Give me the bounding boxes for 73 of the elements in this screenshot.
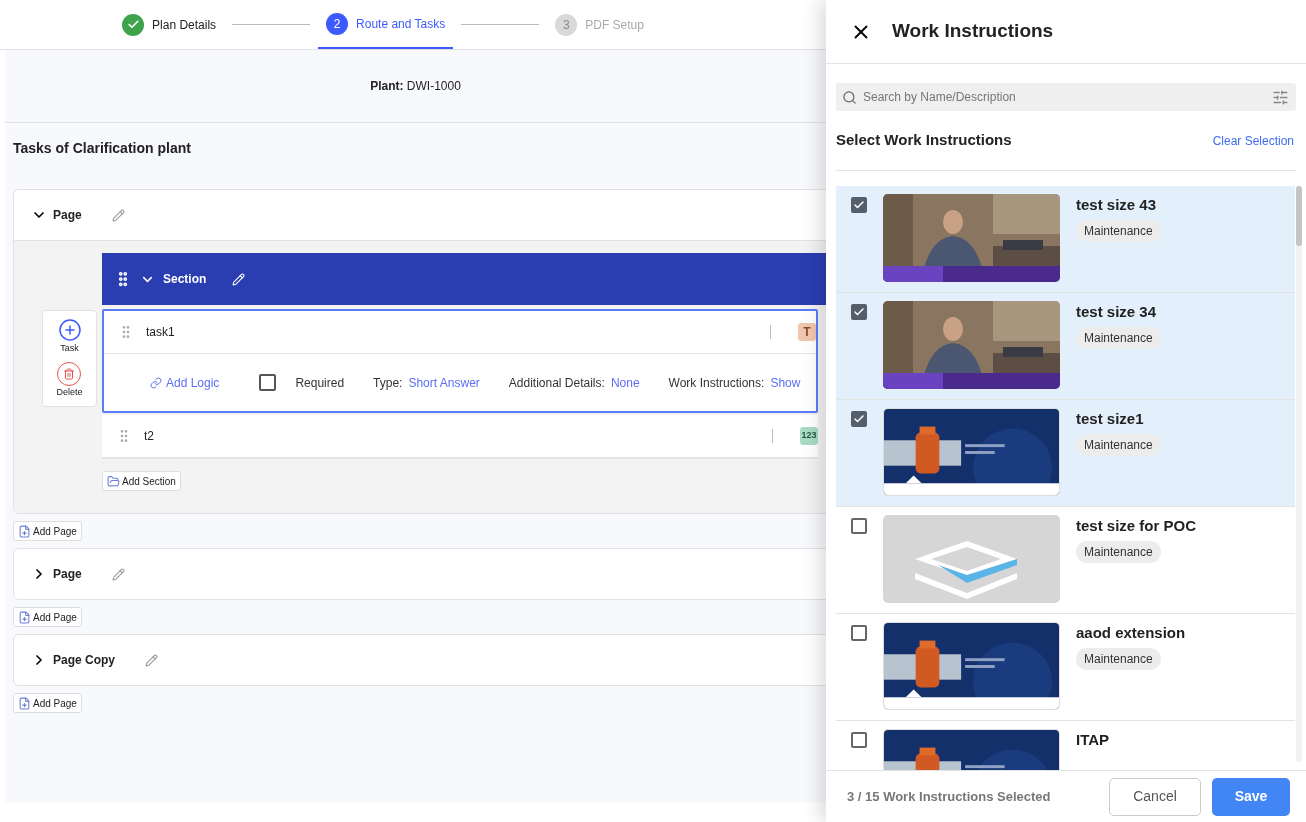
item-title: test size 43: [1076, 195, 1157, 215]
scrollbar-thumb[interactable]: [1296, 186, 1302, 246]
step-number: 3: [562, 16, 570, 34]
checkbox[interactable]: [851, 304, 867, 320]
checkbox[interactable]: [851, 197, 867, 213]
task-name: t2: [144, 428, 155, 445]
field-label: Type:: [373, 374, 403, 392]
page-title: Page: [53, 207, 82, 224]
file-plus-icon: [18, 610, 31, 624]
work-instruction-item[interactable]: test size 43 Maintenance: [836, 186, 1295, 293]
category-tag: Maintenance: [1076, 541, 1161, 563]
add-task-button[interactable]: Task: [57, 318, 82, 356]
item-title: test size1: [1076, 409, 1144, 429]
save-button[interactable]: Save: [1212, 777, 1290, 816]
task-name: task1: [146, 324, 176, 341]
page-title: Page Copy: [53, 652, 115, 669]
tasks-title: Tasks of Clarification plant: [13, 138, 191, 158]
task-type-badge: T: [798, 323, 816, 341]
required-label: Required: [295, 374, 345, 392]
field-label: Additional Details:: [508, 374, 605, 392]
item-title: test size 34: [1076, 302, 1157, 322]
add-page-button[interactable]: Add Page: [13, 521, 82, 541]
search-field[interactable]: Search by Name/Description: [836, 83, 1296, 111]
category-tag: Maintenance: [1076, 220, 1161, 242]
folder-icon: [107, 474, 120, 488]
check-icon: [126, 18, 140, 31]
add-logic-link[interactable]: Add Logic: [150, 373, 220, 392]
field-label: Work Instructions:: [668, 374, 765, 392]
step-tab[interactable]: Plan Details: [114, 0, 225, 49]
delete-button[interactable]: Delete: [56, 361, 83, 399]
task-row[interactable]: t2 123: [102, 415, 818, 459]
plus-icon: [57, 318, 82, 342]
checkbox[interactable]: [851, 625, 867, 641]
item-title: test size for POC: [1076, 516, 1197, 536]
add-section-button[interactable]: Add Section: [102, 471, 181, 491]
checkbox[interactable]: [851, 411, 867, 427]
category-tag: Maintenance: [1076, 434, 1161, 456]
add-page-button[interactable]: Add Page: [13, 693, 82, 713]
drawer-title: Work Instructions: [892, 19, 1054, 44]
field-value-link[interactable]: Show: [770, 373, 801, 392]
section-title: Section: [163, 271, 207, 288]
task-type-badge: 123: [800, 427, 818, 445]
checkbox[interactable]: [851, 732, 867, 748]
check-icon: [853, 413, 865, 425]
item-title: aaod extension: [1076, 623, 1186, 643]
check-icon: [853, 306, 865, 318]
add-page-button[interactable]: Add Page: [13, 607, 82, 627]
selection-count: 3 / 15 Work Instructions Selected: [847, 787, 1052, 806]
list-heading: Select Work Instructions: [836, 130, 1012, 151]
step-label: Plan Details: [152, 16, 217, 34]
category-tag: Maintenance: [1076, 648, 1161, 670]
checkbox[interactable]: [851, 518, 867, 534]
task-row[interactable]: task1 T Add Logic Required Type: Short Answer Additional Details: None Work Instructions: Show: [102, 309, 818, 413]
step-label: Route and Tasks: [356, 15, 446, 33]
search-icon: [842, 90, 857, 105]
page-title: Page: [53, 566, 82, 583]
work-instruction-item[interactable]: test size1 Maintenance: [836, 400, 1295, 507]
file-plus-icon: [18, 696, 31, 710]
work-instruction-item[interactable]: test size 34 Maintenance: [836, 293, 1295, 400]
required-checkbox[interactable]: [259, 374, 277, 391]
clear-selection-link[interactable]: Clear Selection: [1212, 131, 1294, 150]
file-plus-icon: [18, 524, 31, 538]
plant-label: Plant: DWI-1000: [370, 78, 461, 95]
check-icon: [853, 199, 865, 211]
field-value-link[interactable]: Short Answer: [408, 373, 480, 392]
step-number: 2: [333, 15, 341, 33]
step-label: PDF Setup: [585, 16, 644, 34]
filter-icon[interactable]: [1272, 89, 1289, 106]
link-icon: [150, 376, 162, 389]
category-tag: Maintenance: [1076, 327, 1161, 349]
item-title: ITAP: [1076, 730, 1110, 750]
field-value-link[interactable]: None: [610, 373, 640, 392]
cancel-button[interactable]: Cancel: [1109, 777, 1201, 816]
